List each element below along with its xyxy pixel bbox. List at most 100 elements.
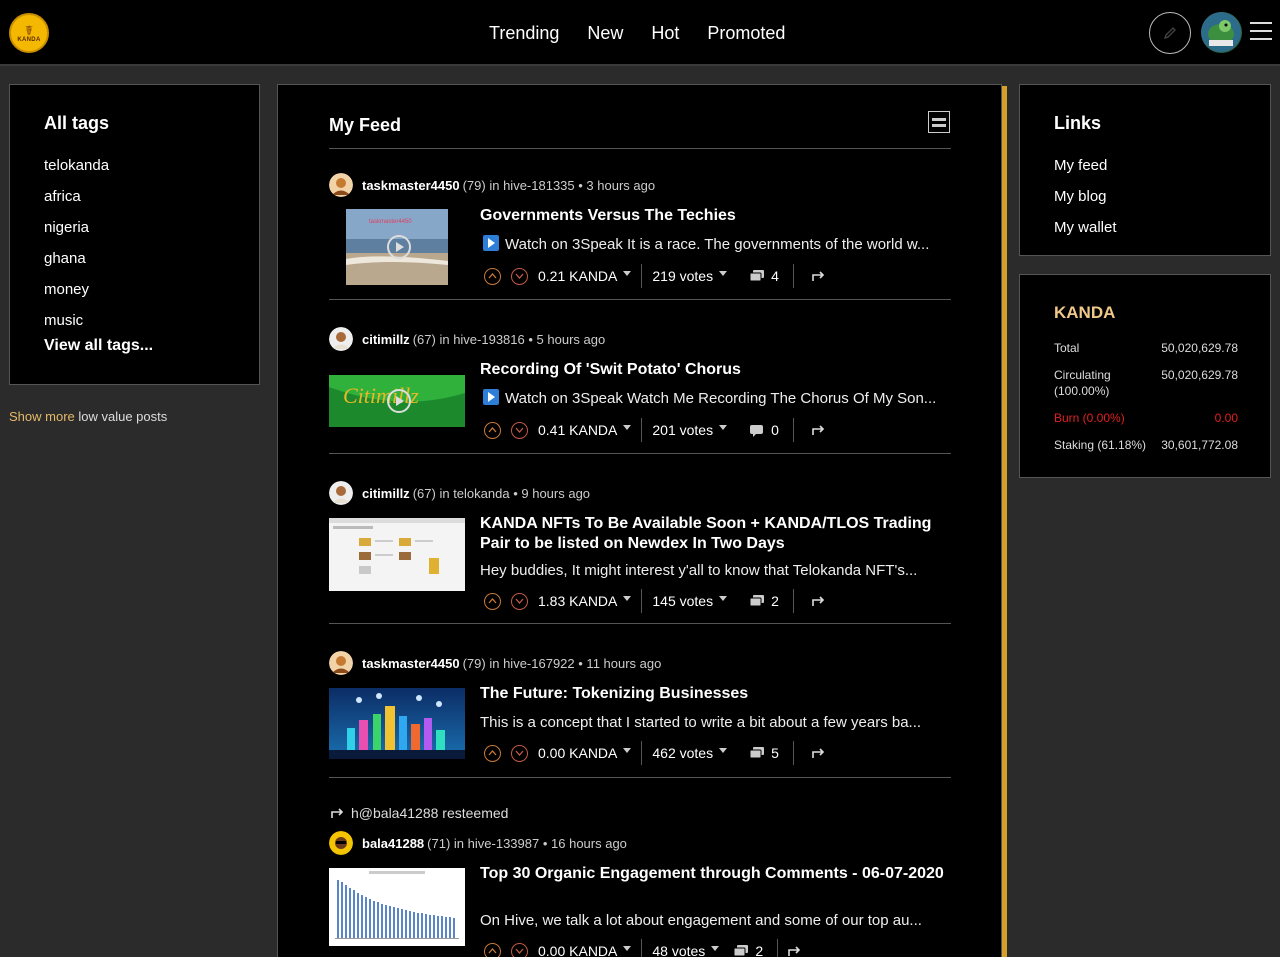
view-all-tags-link[interactable]: View all tags...: [44, 337, 153, 355]
tag-item[interactable]: telokanda: [44, 150, 109, 181]
votes-count[interactable]: 201 votes: [652, 422, 713, 438]
votes-dropdown-icon[interactable]: [719, 595, 728, 601]
resteem-icon[interactable]: [788, 945, 802, 957]
votes-count[interactable]: 48 votes: [652, 943, 705, 957]
community-link[interactable]: hive-181335: [503, 178, 575, 193]
post-excerpt[interactable]: Hey buddies, It might interest y'all to …: [480, 561, 950, 581]
comments-icon[interactable]: [749, 269, 765, 283]
post-excerpt[interactable]: On Hive, we talk a lot about engagement …: [480, 911, 950, 931]
comments-icon[interactable]: [749, 746, 765, 760]
author-name[interactable]: taskmaster4450: [362, 656, 460, 671]
post-excerpt[interactable]: Watch on 3Speak Watch Me Recording The C…: [480, 389, 950, 409]
nav-trending[interactable]: Trending: [475, 20, 573, 46]
downvote-icon[interactable]: [511, 942, 528, 957]
resteem-icon[interactable]: [812, 595, 826, 607]
comments-count[interactable]: 5: [771, 745, 779, 761]
downvote-icon[interactable]: [511, 592, 528, 610]
user-avatar[interactable]: [1201, 12, 1242, 53]
author-name[interactable]: bala41288: [362, 836, 424, 851]
resteem-icon[interactable]: [812, 424, 826, 436]
votes-count[interactable]: 145 votes: [652, 593, 713, 609]
payout-value[interactable]: 0.41 KANDA: [538, 422, 617, 438]
votes-dropdown-icon[interactable]: [719, 747, 728, 753]
payout-dropdown-icon[interactable]: [623, 747, 632, 753]
community-link[interactable]: hive-133987: [468, 836, 540, 851]
payout-value[interactable]: 1.83 KANDA: [538, 593, 617, 609]
author-avatar[interactable]: [329, 327, 353, 351]
post-thumbnail[interactable]: Citimillz: [329, 363, 465, 439]
nav-promoted[interactable]: Promoted: [693, 20, 799, 46]
link-my-wallet[interactable]: My wallet: [1054, 212, 1117, 243]
resteem-icon[interactable]: [812, 270, 826, 282]
comments-icon[interactable]: [749, 594, 765, 608]
community-link[interactable]: telokanda: [453, 486, 509, 501]
payout-value[interactable]: 0.00 KANDA: [538, 745, 617, 761]
post-title[interactable]: Governments Versus The Techies: [480, 206, 950, 226]
tag-item[interactable]: music: [44, 305, 109, 336]
votes-count[interactable]: 462 votes: [652, 745, 713, 761]
votes-dropdown-icon[interactable]: [719, 270, 728, 276]
author-avatar[interactable]: [329, 481, 353, 505]
nav-new[interactable]: New: [573, 20, 637, 46]
author-avatar[interactable]: [329, 831, 353, 855]
author-avatar[interactable]: [329, 173, 353, 197]
tag-item[interactable]: ghana: [44, 243, 109, 274]
tag-item[interactable]: money: [44, 274, 109, 305]
post-excerpt[interactable]: This is a concept that I started to writ…: [480, 713, 950, 733]
show-more-link[interactable]: Show more: [9, 409, 75, 424]
upvote-icon[interactable]: [484, 592, 501, 610]
post-title[interactable]: The Future: Tokenizing Businesses: [480, 684, 950, 704]
author-avatar[interactable]: [329, 651, 353, 675]
payout-dropdown-icon[interactable]: [623, 595, 632, 601]
payout-dropdown-icon[interactable]: [623, 424, 632, 430]
post-thumbnail[interactable]: taskmaster4450: [329, 209, 465, 285]
post-thumbnail[interactable]: [329, 518, 465, 591]
author-name[interactable]: taskmaster4450: [362, 178, 460, 193]
payout-dropdown-icon[interactable]: [623, 945, 632, 951]
link-my-feed[interactable]: My feed: [1054, 150, 1117, 181]
post-meta: taskmaster4450 (79) in hive-167922 • 11 …: [329, 651, 661, 675]
tag-item[interactable]: nigeria: [44, 212, 109, 243]
comments-count[interactable]: 0: [771, 422, 779, 438]
comments-count[interactable]: 2: [771, 593, 779, 609]
payout-dropdown-icon[interactable]: [623, 270, 632, 276]
post-thumbnail[interactable]: [329, 688, 465, 759]
post-excerpt[interactable]: Watch on 3Speak It is a race. The govern…: [480, 235, 950, 255]
post-title[interactable]: KANDA NFTs To Be Available Soon + KANDA/…: [480, 514, 950, 554]
compose-button[interactable]: [1149, 12, 1191, 54]
author-name[interactable]: citimillz: [362, 486, 410, 501]
tag-item[interactable]: africa: [44, 181, 109, 212]
menu-icon[interactable]: [1250, 22, 1272, 46]
post-thumbnail[interactable]: [329, 868, 465, 946]
upvote-icon[interactable]: [484, 267, 501, 285]
resteem-text[interactable]: h@bala41288 resteemed: [351, 805, 508, 821]
comments-icon[interactable]: [733, 944, 749, 957]
layout-toggle-button[interactable]: [928, 111, 950, 133]
upvote-icon[interactable]: [484, 421, 501, 439]
link-my-blog[interactable]: My blog: [1054, 181, 1117, 212]
post-title[interactable]: Recording Of 'Swit Potato' Chorus: [480, 360, 950, 380]
votes-dropdown-icon[interactable]: [719, 424, 728, 430]
comments-count[interactable]: 2: [755, 943, 763, 957]
post-divider: [329, 777, 951, 778]
comments-icon[interactable]: [749, 423, 765, 437]
downvote-icon[interactable]: [511, 267, 528, 285]
payout-value[interactable]: 0.21 KANDA: [538, 268, 617, 284]
post-title[interactable]: Top 30 Organic Engagement through Commen…: [480, 864, 950, 884]
community-link[interactable]: hive-167922: [503, 656, 575, 671]
logo-glyph-icon: ☤: [24, 22, 34, 38]
upvote-icon[interactable]: [484, 744, 501, 762]
resteem-icon[interactable]: [812, 747, 826, 759]
comments-count[interactable]: 4: [771, 268, 779, 284]
downvote-icon[interactable]: [511, 744, 528, 762]
downvote-icon[interactable]: [511, 421, 528, 439]
payout-value[interactable]: 0.00 KANDA: [538, 943, 617, 957]
community-link[interactable]: hive-193816: [453, 332, 525, 347]
upvote-icon[interactable]: [484, 942, 501, 957]
author-name[interactable]: citimillz: [362, 332, 410, 347]
post-actions: 0.41 KANDA 201 votes 0: [484, 418, 826, 442]
votes-dropdown-icon[interactable]: [711, 945, 720, 951]
nav-hot[interactable]: Hot: [637, 20, 693, 46]
kanda-logo[interactable]: ☤ KANDA: [9, 13, 49, 53]
votes-count[interactable]: 219 votes: [652, 268, 713, 284]
